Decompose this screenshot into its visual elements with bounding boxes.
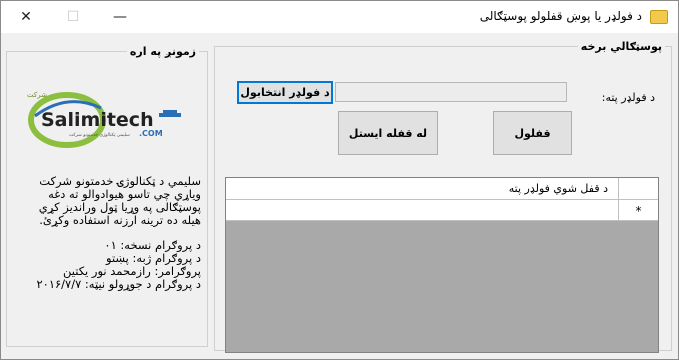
maximize-button[interactable]: ☐ [50,1,96,33]
window-title: د فولډر يا پوښ قفلولو پوسټګالی [479,9,642,23]
unlock-button[interactable]: له قفله ايستل [338,111,438,155]
close-icon: ✕ [20,9,32,25]
salimitech-logo: شرکت خدمات تکنالوژی سلیمی Salimitech .CO… [27,91,181,148]
logo-brand: Salimitech [41,109,154,131]
new-row-marker: * [618,200,658,220]
minimize-button[interactable]: — [97,1,143,33]
main-group-legend: پوسټګالي برخه [580,40,662,53]
about-text: سليمي د ټکنالوژۍ خدمتونو شرکت وياړي چي ت… [19,175,201,291]
program-build-date: د پروګرام د جوړولو نيټه: ۲۰۱۶/۷/۷ [36,277,201,291]
close-button[interactable]: ✕ [3,1,49,33]
folder-path-field[interactable] [335,82,567,102]
select-folder-button[interactable]: د فولډر انتخابول [237,81,333,104]
title-bar: ✕ ☐ — د فولډر يا پوښ قفلولو پوسټګالی [1,1,678,33]
folder-lock-icon [650,10,668,24]
locked-folders-grid[interactable]: د قفل شوي فولډر پته * [225,177,659,353]
lock-button[interactable]: قفلول [493,111,572,155]
grid-header: د قفل شوي فولډر پته [226,178,658,200]
logo-tagline: شرکت خدمات تکنالوژی سلیمی [27,91,47,99]
about-group-legend: زمونږ په اره [129,45,196,58]
about-description: سليمي د ټکنالوژۍ خدمتونو شرکت وياړي چي ت… [38,174,201,227]
maximize-icon: ☐ [66,9,80,25]
minimize-icon: — [113,9,127,25]
app-window: ✕ ☐ — د فولډر يا پوښ قفلولو پوسټګالی زمو… [0,0,679,360]
logo-subtag: سلیمی ټکنالوژی خدمتونو شرکت [69,132,130,138]
main-group: پوسټګالي برخه د فولډر پته: د فولډر انتخا… [214,40,672,353]
folder-path-label: د فولډر پته: [601,91,655,104]
grid-new-row[interactable]: * [226,200,658,221]
logo-suffix: .COM [139,129,163,138]
grid-row-selector-header [618,178,658,199]
about-group: زمونږ په اره شرکت خدمات تکنالوژی سلیمی S… [6,45,208,347]
grid-column-header[interactable]: د قفل شوي فولډر پته [509,182,608,195]
